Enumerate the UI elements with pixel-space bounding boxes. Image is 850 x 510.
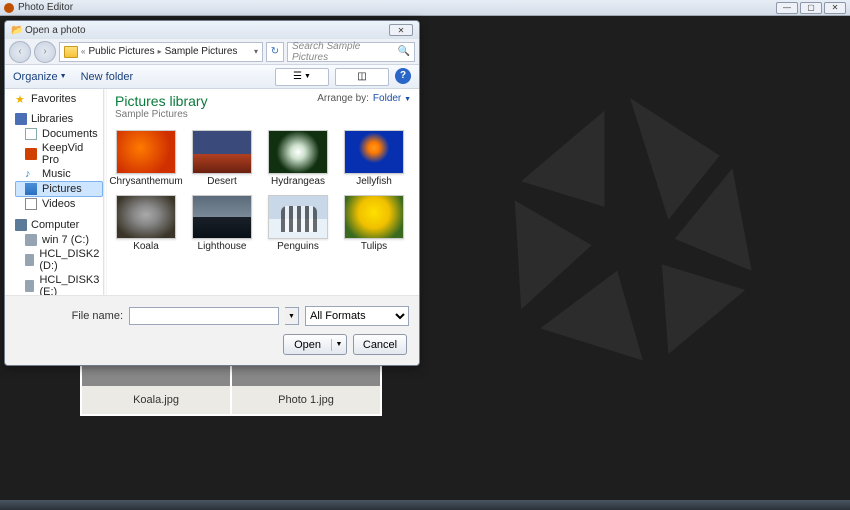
- file-item-lighthouse[interactable]: Lighthouse: [191, 195, 253, 252]
- file-list-pane: Pictures library Sample Pictures Arrange…: [107, 89, 419, 295]
- breadcrumb-segment[interactable]: Sample Pictures: [165, 46, 238, 57]
- help-button[interactable]: ?: [395, 68, 411, 84]
- file-item-koala[interactable]: Koala: [115, 195, 177, 252]
- open-button[interactable]: Open ▼: [283, 334, 347, 355]
- organize-button[interactable]: Organize▼: [13, 71, 67, 83]
- minimize-button[interactable]: —: [776, 2, 798, 14]
- nav-item-drive-d[interactable]: HCL_DISK2 (D:): [15, 247, 103, 273]
- file-item-hydrangeas[interactable]: Hydrangeas: [267, 130, 329, 187]
- filename-input[interactable]: [129, 307, 279, 325]
- thumbnail-image: [268, 130, 328, 174]
- arrange-by-dropdown[interactable]: Folder ▼: [373, 93, 411, 104]
- app-title: Photo Editor: [18, 2, 774, 13]
- file-item-penguins[interactable]: Penguins: [267, 195, 329, 252]
- maximize-button[interactable]: ▢: [800, 2, 822, 14]
- libraries-icon: [15, 113, 27, 125]
- chevron-down-icon: ▼: [304, 73, 311, 80]
- file-item-jellyfish[interactable]: Jellyfish: [343, 130, 405, 187]
- bg-tile-caption: Koala.jpg: [82, 386, 230, 414]
- thumbnail-image: [192, 195, 252, 239]
- pictures-icon: [25, 183, 37, 195]
- music-icon: ♪: [25, 168, 37, 180]
- chevron-down-icon: ▼: [404, 96, 411, 103]
- thumbnail-image: [116, 130, 176, 174]
- computer-group[interactable]: Computer: [15, 219, 103, 231]
- folder-icon: [64, 46, 78, 58]
- thumbnail-image: [268, 195, 328, 239]
- drive-icon: [25, 234, 37, 246]
- search-input[interactable]: Search Sample Pictures 🔍: [287, 42, 415, 62]
- bg-tile-caption: Photo 1.jpg: [232, 386, 380, 414]
- file-item-chrysanthemum[interactable]: Chrysanthemum: [115, 130, 177, 187]
- dialog-footer: File name: ▼ All Formats Open ▼ Cancel: [5, 295, 419, 365]
- libraries-group[interactable]: Libraries: [15, 113, 103, 125]
- nav-item-keepvid[interactable]: KeepVid Pro: [15, 141, 103, 167]
- filename-history-dropdown[interactable]: ▼: [285, 307, 299, 325]
- navigation-pane: ★ Favorites Libraries Documents KeepVid …: [5, 89, 103, 295]
- taskbar[interactable]: [0, 500, 850, 510]
- library-subheading: Sample Pictures: [115, 109, 208, 120]
- editor-stage: Koala.jpg Photo 1.jpg 📂 Open a photo ✕ ‹…: [0, 16, 850, 500]
- file-item-tulips[interactable]: Tulips: [343, 195, 405, 252]
- videos-icon: [25, 198, 37, 210]
- open-split-dropdown[interactable]: ▼: [332, 341, 346, 348]
- breadcrumb[interactable]: « Public Pictures ▸ Sample Pictures ▾: [59, 42, 263, 62]
- dialog-titlebar: 📂 Open a photo ✕: [5, 21, 419, 39]
- address-bar-row: ‹ › « Public Pictures ▸ Sample Pictures …: [5, 39, 419, 65]
- nav-item-drive-e[interactable]: HCL_DISK3 (E:): [15, 273, 103, 295]
- thumbnail-image: [344, 130, 404, 174]
- arrange-by-label: Arrange by:: [317, 93, 369, 104]
- preview-pane-button[interactable]: ◫: [335, 68, 389, 86]
- file-item-desert[interactable]: Desert: [191, 130, 253, 187]
- app-icon: [4, 3, 14, 13]
- nav-item-documents[interactable]: Documents: [15, 127, 103, 141]
- dialog-icon: 📂: [11, 25, 21, 35]
- search-icon[interactable]: 🔍: [398, 46, 410, 57]
- nav-item-music[interactable]: ♪Music: [15, 167, 103, 181]
- open-file-dialog: 📂 Open a photo ✕ ‹ › « Public Pictures ▸…: [4, 20, 420, 366]
- nav-item-videos[interactable]: Videos: [15, 197, 103, 211]
- thumbnail-grid: Chrysanthemum Desert Hydrangeas Jellyfis…: [115, 130, 411, 252]
- chevron-down-icon: ▼: [60, 73, 67, 80]
- filename-label: File name:: [23, 310, 123, 322]
- drive-icon: [25, 280, 34, 292]
- computer-icon: [15, 219, 27, 231]
- forward-button[interactable]: ›: [34, 41, 56, 63]
- search-placeholder: Search Sample Pictures: [292, 41, 398, 63]
- nav-item-drive-c[interactable]: win 7 (C:): [15, 233, 103, 247]
- chevron-right-icon: ▸: [158, 47, 162, 56]
- aperture-logo: [470, 66, 790, 386]
- new-folder-button[interactable]: New folder: [81, 71, 134, 83]
- nav-item-pictures[interactable]: Pictures: [15, 181, 103, 197]
- dialog-close-button[interactable]: ✕: [389, 24, 413, 36]
- thumbnail-image: [116, 195, 176, 239]
- thumbnail-image: [344, 195, 404, 239]
- dialog-toolbar: Organize▼ New folder ☰▼ ◫ ?: [5, 65, 419, 89]
- close-button[interactable]: ✕: [824, 2, 846, 14]
- file-type-filter[interactable]: All Formats: [305, 306, 409, 326]
- favorites-group[interactable]: ★ Favorites: [15, 93, 103, 105]
- chevron-icon: «: [81, 47, 85, 56]
- app-icon: [25, 148, 37, 160]
- cancel-button[interactable]: Cancel: [353, 334, 407, 355]
- drive-icon: [25, 254, 34, 266]
- star-icon: ★: [15, 93, 27, 105]
- back-button[interactable]: ‹: [9, 41, 31, 63]
- app-titlebar: Photo Editor — ▢ ✕: [0, 0, 850, 16]
- refresh-button[interactable]: ↻: [266, 42, 284, 62]
- thumbnail-image: [192, 130, 252, 174]
- dialog-title: Open a photo: [25, 25, 389, 36]
- document-icon: [25, 128, 37, 140]
- library-heading: Pictures library: [115, 93, 208, 109]
- breadcrumb-segment[interactable]: Public Pictures: [88, 46, 154, 57]
- view-mode-button[interactable]: ☰▼: [275, 68, 329, 86]
- chevron-down-icon[interactable]: ▾: [254, 47, 258, 56]
